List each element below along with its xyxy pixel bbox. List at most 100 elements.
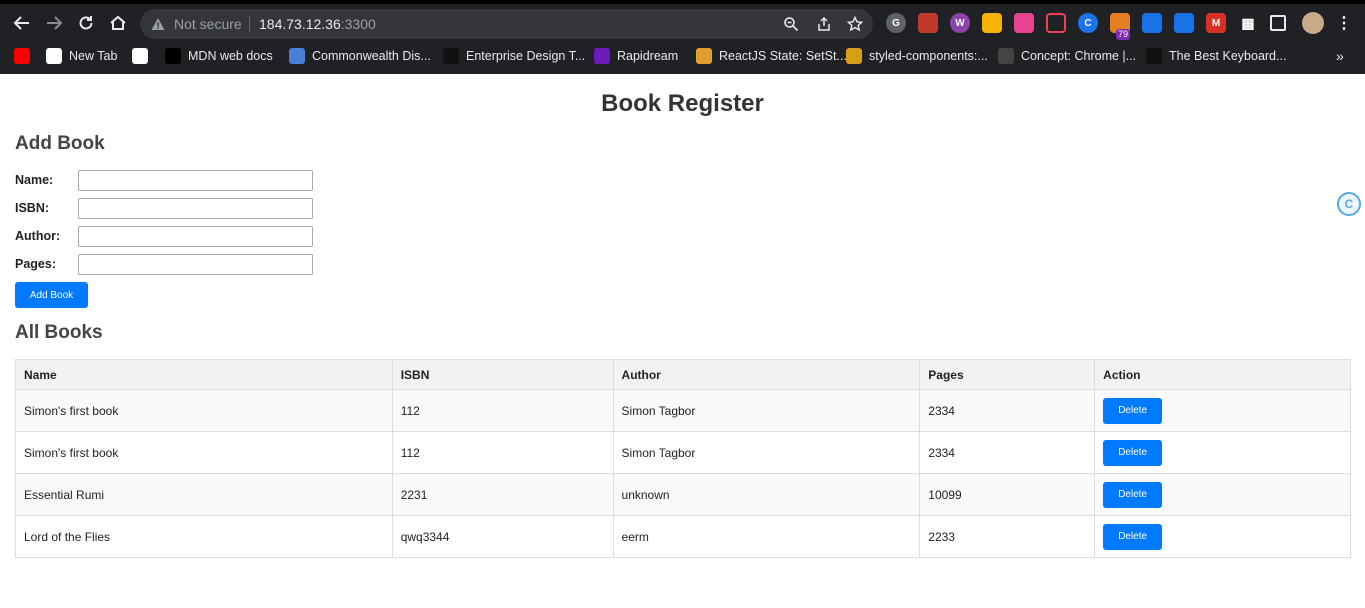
isbn-label: ISBN: bbox=[15, 201, 50, 215]
cell-name: Simon's first book bbox=[15, 431, 393, 474]
bookmark-item[interactable]: MDN web docs bbox=[165, 46, 273, 66]
delete-button[interactable]: Delete bbox=[1103, 481, 1163, 508]
cell-name: Essential Rumi bbox=[15, 473, 393, 516]
bookmark-item[interactable]: Concept: Chrome |... bbox=[998, 46, 1136, 66]
pages-label: Pages: bbox=[15, 257, 56, 271]
enterprise-icon bbox=[443, 48, 459, 64]
bookmark-item[interactable] bbox=[132, 46, 148, 66]
omnibox-divider bbox=[249, 16, 250, 32]
notes-extension-icon[interactable] bbox=[982, 13, 1002, 33]
cell-author: Simon Tagbor bbox=[612, 431, 921, 474]
name-label: Name: bbox=[15, 173, 54, 187]
arrow-right-icon bbox=[47, 16, 63, 30]
youtube-icon bbox=[14, 48, 30, 64]
extension-badge: 79 bbox=[1116, 29, 1131, 40]
m-extension-icon[interactable]: M bbox=[1206, 13, 1226, 33]
globe-icon bbox=[289, 48, 305, 64]
add-book-button[interactable]: Add Book bbox=[15, 282, 88, 308]
bookmark-item[interactable]: Enterprise Design T... bbox=[443, 46, 585, 66]
bookmarks-overflow-icon[interactable]: » bbox=[1336, 48, 1344, 64]
bookmark-label: Concept: Chrome |... bbox=[1021, 49, 1137, 63]
bookmark-label: The Best Keyboard... bbox=[1169, 49, 1287, 63]
bookmark-item[interactable]: Commonwealth Dis... bbox=[289, 46, 431, 66]
delete-button[interactable]: Delete bbox=[1103, 397, 1163, 424]
book-extension-icon[interactable] bbox=[918, 13, 938, 33]
address-bar[interactable]: Not secure 184.73.12.36:3300 bbox=[140, 9, 873, 39]
grammarly-extension-icon[interactable]: G bbox=[886, 13, 906, 33]
all-books-heading: All Books bbox=[15, 322, 103, 343]
cell-action: Delete bbox=[1094, 431, 1351, 474]
table-row: Simon's first book 112 Simon Tagbor 2334… bbox=[15, 431, 1351, 474]
puzzle-blue-extension-icon[interactable] bbox=[1142, 13, 1162, 33]
cell-name: Lord of the Flies bbox=[15, 515, 393, 558]
delete-button[interactable]: Delete bbox=[1103, 439, 1163, 466]
author-input[interactable] bbox=[78, 226, 313, 247]
cell-author: Simon Tagbor bbox=[612, 389, 921, 432]
bookmark-item[interactable]: Rapidream bbox=[594, 46, 678, 66]
side-panel-icon[interactable] bbox=[1270, 15, 1286, 31]
c-extension-icon[interactable]: C bbox=[1078, 13, 1098, 33]
column-header-action: Action bbox=[1094, 359, 1351, 390]
bookmark-label: New Tab bbox=[69, 49, 118, 63]
home-button[interactable] bbox=[105, 10, 131, 36]
table-row: Simon's first book 112 Simon Tagbor 2334… bbox=[15, 389, 1351, 432]
pocket-extension-icon[interactable] bbox=[1046, 13, 1066, 33]
profile-avatar[interactable] bbox=[1302, 12, 1324, 34]
cell-action: Delete bbox=[1094, 473, 1351, 516]
table-row: Lord of the Flies qwq3344 eerm 2233 Dele… bbox=[15, 515, 1351, 558]
rapidream-icon bbox=[594, 48, 610, 64]
back-button[interactable] bbox=[9, 10, 35, 36]
column-header-name: Name bbox=[15, 359, 393, 390]
security-label[interactable]: Not secure bbox=[174, 16, 242, 32]
cell-isbn: 2231 bbox=[391, 473, 614, 516]
bookmark-item[interactable]: ReactJS State: SetSt... bbox=[696, 46, 847, 66]
reload-icon bbox=[79, 16, 93, 30]
arrow-left-icon bbox=[13, 16, 29, 30]
table-header-row: Name ISBN Author Pages Action bbox=[15, 359, 1351, 390]
floating-c-widget-icon[interactable]: C bbox=[1337, 192, 1361, 216]
extensions-menu-icon[interactable]: ▩ bbox=[1238, 13, 1258, 33]
bookmark-label: Commonwealth Dis... bbox=[312, 49, 431, 63]
delete-button[interactable]: Delete bbox=[1103, 523, 1163, 550]
isbn-input[interactable] bbox=[78, 198, 313, 219]
cell-action: Delete bbox=[1094, 389, 1351, 432]
puzzle-blue-2-extension-icon[interactable] bbox=[1174, 13, 1194, 33]
bookmark-label: Rapidream bbox=[617, 49, 679, 63]
cell-pages: 2334 bbox=[919, 389, 1096, 432]
author-label: Author: bbox=[15, 229, 61, 243]
url-host: 184.73.12.36 bbox=[259, 16, 341, 32]
screenshot-extension-icon[interactable] bbox=[1014, 13, 1034, 33]
cell-pages: 2233 bbox=[919, 515, 1096, 558]
share-icon[interactable] bbox=[816, 16, 832, 32]
styled-components-icon bbox=[846, 48, 862, 64]
bookmark-item[interactable]: styled-components:... bbox=[846, 46, 988, 66]
bookmark-item[interactable]: The Best Keyboard... bbox=[1146, 46, 1286, 66]
zoom-icon[interactable] bbox=[783, 16, 799, 32]
bookmark-star-icon[interactable] bbox=[847, 16, 863, 32]
concept-icon bbox=[998, 48, 1014, 64]
books-table: Name ISBN Author Pages Action Simon's fi… bbox=[15, 359, 1351, 558]
page-title: Book Register bbox=[601, 90, 764, 117]
url-text[interactable]: 184.73.12.36:3300 bbox=[259, 16, 376, 32]
cell-isbn: 112 bbox=[391, 431, 614, 474]
column-header-author: Author bbox=[612, 359, 921, 390]
cell-name: Simon's first book bbox=[15, 389, 393, 432]
reload-button[interactable] bbox=[73, 10, 99, 36]
pages-input[interactable] bbox=[78, 254, 313, 275]
bookmark-label: MDN web docs bbox=[188, 49, 273, 63]
name-input[interactable] bbox=[78, 170, 313, 191]
table-row: Essential Rumi 2231 unknown 10099 Delete bbox=[15, 473, 1351, 516]
cell-isbn: 112 bbox=[391, 389, 614, 432]
cell-isbn: qwq3344 bbox=[391, 515, 614, 558]
home-icon bbox=[110, 15, 126, 30]
w-extension-icon[interactable]: W bbox=[950, 13, 970, 33]
cell-action: Delete bbox=[1094, 515, 1351, 558]
more-menu-icon[interactable]: ⋮ bbox=[1334, 13, 1354, 33]
forward-button[interactable] bbox=[41, 10, 67, 36]
google-icon bbox=[46, 48, 62, 64]
column-header-isbn: ISBN bbox=[391, 359, 614, 390]
bookmark-item[interactable]: New Tab bbox=[46, 46, 117, 66]
cell-author: eerm bbox=[612, 515, 921, 558]
bookmark-item[interactable] bbox=[14, 46, 30, 66]
warning-icon bbox=[151, 18, 165, 30]
